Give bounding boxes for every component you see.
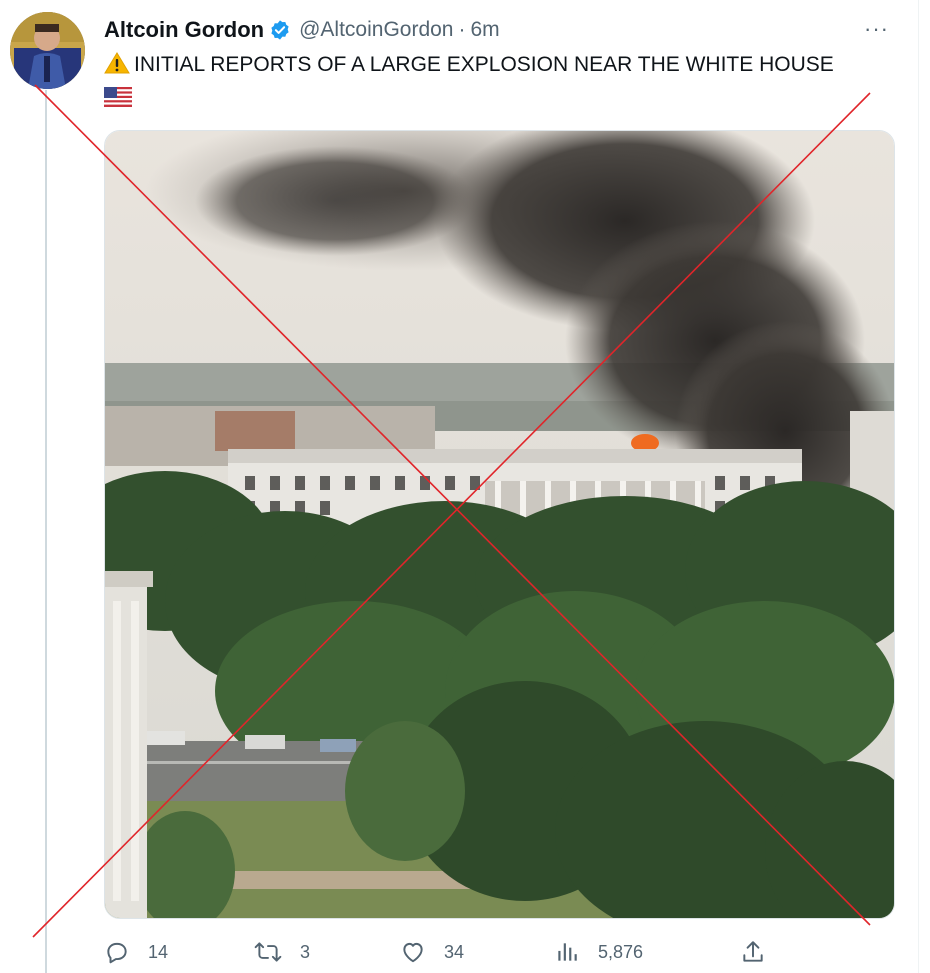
avatar[interactable] — [10, 12, 85, 89]
share-button[interactable] — [740, 935, 784, 969]
share-icon — [743, 941, 763, 962]
verified-badge-icon — [269, 19, 291, 41]
tweet-timestamp[interactable]: 6m — [471, 18, 500, 42]
tweet-text: INITIAL REPORTS OF A LARGE EXPLOSION NEA… — [104, 50, 894, 107]
tweet-header: Altcoin Gordon @AltcoinGordon · 6m — [104, 14, 500, 46]
reply-button[interactable]: 14 — [104, 935, 168, 969]
like-count: 34 — [444, 941, 465, 962]
views-icon — [558, 943, 577, 961]
thread-line — [45, 90, 47, 973]
retweet-button[interactable]: 3 — [254, 935, 310, 969]
retweet-count: 3 — [300, 941, 311, 962]
author-name[interactable]: Altcoin Gordon — [104, 17, 264, 43]
separator: · — [458, 18, 466, 41]
tweet-media-image[interactable] — [104, 130, 895, 919]
tweet-body: INITIAL REPORTS OF A LARGE EXPLOSION NEA… — [134, 53, 834, 76]
author-handle[interactable]: @AltcoinGordon — [299, 18, 453, 42]
timeline-border — [918, 0, 919, 973]
like-icon — [403, 942, 423, 963]
reply-icon — [107, 942, 127, 964]
explosion-photo — [105, 131, 894, 918]
reply-count: 14 — [148, 941, 169, 962]
avatar-image — [10, 12, 85, 89]
us-flag-icon — [104, 86, 132, 107]
like-button[interactable]: 34 — [400, 935, 464, 969]
retweet-icon — [254, 942, 282, 962]
tweet-actions: 14 3 34 5,876 — [104, 935, 894, 969]
more-icon[interactable]: ··· — [864, 16, 889, 42]
warning-icon — [104, 52, 130, 74]
views-button[interactable]: 5,876 — [554, 935, 643, 969]
views-count: 5,876 — [598, 941, 644, 962]
